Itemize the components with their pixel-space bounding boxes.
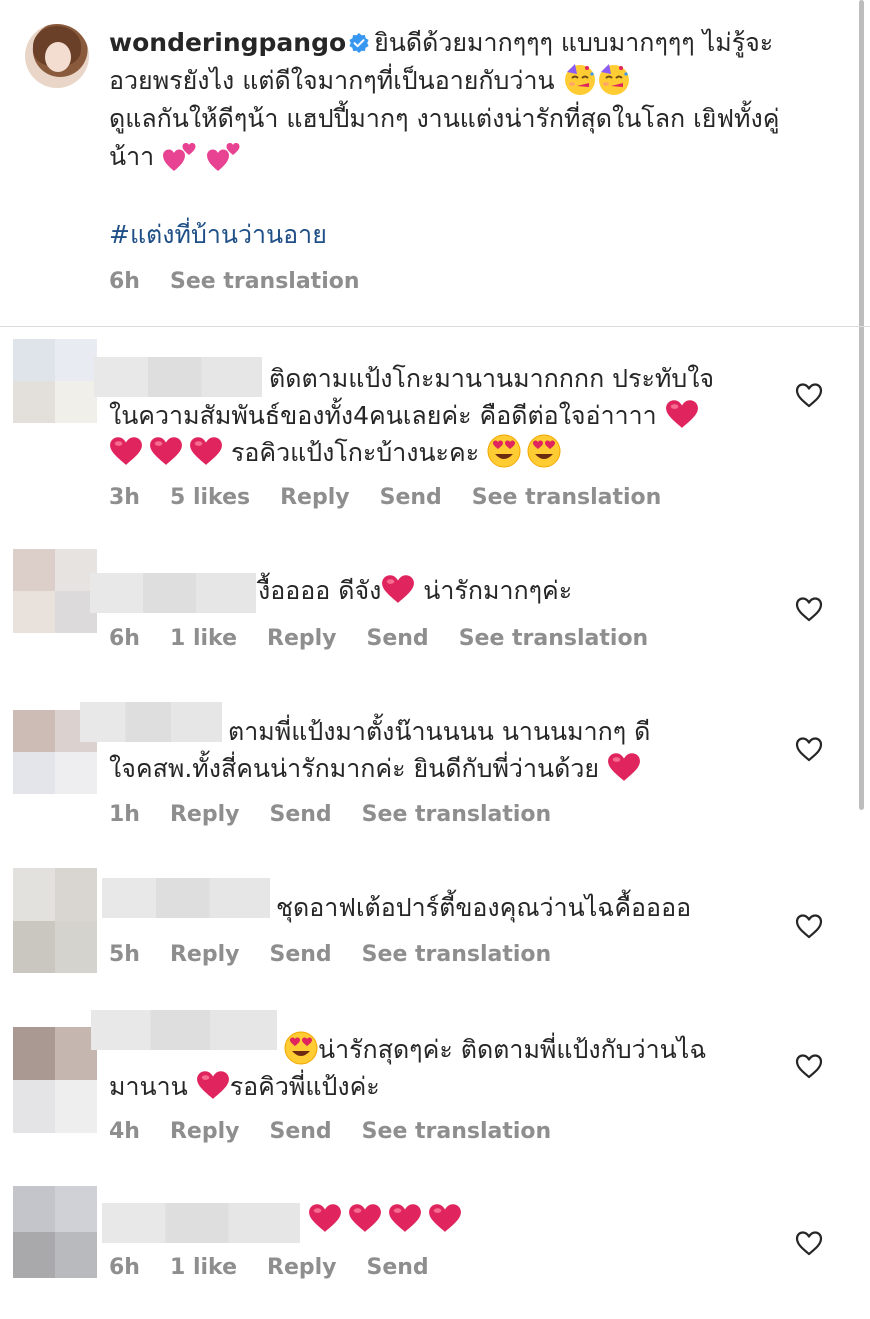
comment-meta: 4h Reply Send See translation bbox=[109, 1116, 551, 1148]
partying-face-icon bbox=[563, 62, 597, 96]
red-heart-icon bbox=[381, 574, 415, 604]
two-hearts-icon bbox=[162, 141, 198, 173]
red-heart-icon bbox=[196, 1070, 230, 1100]
see-translation-button[interactable]: See translation bbox=[170, 269, 360, 294]
send-button[interactable]: Send bbox=[380, 485, 442, 510]
timestamp: 3h bbox=[109, 485, 140, 510]
comment: ชุดอาฟเต้อปาร์ตี้ของคุณว่านไฉคื้ออออ 5h R… bbox=[0, 868, 870, 978]
avatar[interactable] bbox=[25, 24, 89, 88]
avatar[interactable] bbox=[13, 868, 97, 973]
comment: น่ารักสุดๆค่ะ ติดตามพี่แป้งกับว่านไฉ มาน… bbox=[0, 1010, 870, 1160]
send-button[interactable]: Send bbox=[367, 626, 429, 651]
like-heart-icon[interactable] bbox=[795, 596, 823, 622]
caption-text: wonderingpango ยินดีด้วยมากๆๆๆ แบบมากๆๆๆ … bbox=[109, 24, 844, 176]
timestamp: 6h bbox=[109, 1255, 140, 1280]
likes-count[interactable]: 5 likes bbox=[170, 485, 250, 510]
avatar[interactable] bbox=[13, 549, 97, 633]
comment-meta: 5h Reply Send See translation bbox=[109, 939, 551, 971]
red-heart-icon bbox=[109, 436, 143, 466]
caption-line-3: ดูแลกันให้ดีๆน้า แฮปปี้มากๆ งานแต่งน่ารั… bbox=[109, 104, 780, 133]
comment: งื้ออออ ดีจัง น่ารักมากๆค่ะ 6h 1 like Repl… bbox=[0, 549, 870, 659]
timestamp: 5h bbox=[109, 942, 140, 967]
timestamp: 6h bbox=[109, 269, 140, 294]
comment: ติดตามแป้งโกะมานานมากกกก ประทับใจ ในความ… bbox=[0, 339, 870, 529]
reply-button[interactable]: Reply bbox=[170, 1119, 240, 1144]
two-hearts-icon bbox=[206, 141, 242, 173]
avatar[interactable] bbox=[13, 1027, 97, 1133]
red-heart-icon bbox=[149, 436, 183, 466]
red-heart-icon bbox=[388, 1203, 422, 1233]
reply-button[interactable]: Reply bbox=[267, 626, 337, 651]
comment-username[interactable] bbox=[102, 878, 270, 918]
send-button[interactable]: Send bbox=[367, 1255, 429, 1280]
see-translation-button[interactable]: See translation bbox=[362, 942, 552, 967]
comment-meta: 3h 5 likes Reply Send See translation bbox=[109, 482, 661, 514]
avatar[interactable] bbox=[13, 1186, 97, 1278]
divider bbox=[0, 326, 870, 327]
timestamp: 4h bbox=[109, 1119, 140, 1144]
reply-button[interactable]: Reply bbox=[267, 1255, 337, 1280]
red-heart-icon bbox=[428, 1203, 462, 1233]
comment-username[interactable] bbox=[102, 1203, 300, 1243]
like-heart-icon[interactable] bbox=[795, 913, 823, 939]
heart-eyes-icon bbox=[284, 1031, 318, 1065]
red-heart-icon bbox=[348, 1203, 382, 1233]
comment-meta: 6h 1 like Reply Send See translation bbox=[109, 623, 648, 655]
like-heart-icon[interactable] bbox=[795, 1053, 823, 1079]
caption-line-2: อวยพรยังไง แต่ดีใจมากๆที่เป็นอายกับว่าน bbox=[109, 66, 555, 95]
see-translation-button[interactable]: See translation bbox=[362, 1119, 552, 1144]
red-heart-icon bbox=[189, 436, 223, 466]
send-button[interactable]: Send bbox=[269, 942, 331, 967]
send-button[interactable]: Send bbox=[269, 802, 331, 827]
post-caption: wonderingpango ยินดีด้วยมากๆๆๆ แบบมากๆๆๆ … bbox=[0, 0, 870, 327]
like-heart-icon[interactable] bbox=[795, 736, 823, 762]
username-link[interactable]: wonderingpango bbox=[109, 28, 346, 57]
comment-username[interactable] bbox=[90, 573, 256, 613]
see-translation-button[interactable]: See translation bbox=[362, 802, 552, 827]
comment-text: ตามพี่แป้งมาตั้งน๊านนนน นานนมากๆ ดี ใจคส… bbox=[109, 717, 651, 783]
heart-eyes-icon bbox=[527, 434, 561, 468]
hashtag-link[interactable]: #แต่งที่บ้านว่านอาย bbox=[109, 216, 327, 254]
comment-text: ชุดอาฟเต้อปาร์ตี้ของคุณว่านไฉคื้ออออ bbox=[276, 893, 692, 922]
verified-badge-icon bbox=[349, 33, 369, 53]
see-translation-button[interactable]: See translation bbox=[472, 485, 662, 510]
red-heart-icon bbox=[607, 752, 641, 782]
likes-count[interactable]: 1 like bbox=[170, 1255, 237, 1280]
red-heart-icon bbox=[308, 1203, 342, 1233]
caption-line-1: ยินดีด้วยมากๆๆๆ แบบมากๆๆๆ ไม่รู้จะ bbox=[374, 28, 774, 57]
like-heart-icon[interactable] bbox=[795, 1230, 823, 1256]
see-translation-button[interactable]: See translation bbox=[459, 626, 649, 651]
comment: 6h 1 like Reply Send bbox=[0, 1186, 870, 1306]
timestamp: 6h bbox=[109, 626, 140, 651]
comment-meta: 6h 1 like Reply Send bbox=[109, 1252, 429, 1284]
red-heart-icon bbox=[665, 399, 699, 429]
comment-text: น่ารักสุดๆค่ะ ติดตามพี่แป้งกับว่านไฉ มาน… bbox=[109, 1031, 789, 1105]
comment-text: ติดตามแป้งโกะมานานมากกกก ประทับใจ ในความ… bbox=[109, 364, 715, 468]
like-heart-icon[interactable] bbox=[795, 382, 823, 408]
comment-text: งื้ออออ ดีจัง น่ารักมากๆค่ะ bbox=[258, 574, 573, 605]
partying-face-icon bbox=[597, 62, 631, 96]
comment-meta: 1h Reply Send See translation bbox=[109, 799, 551, 831]
timestamp: 1h bbox=[109, 802, 140, 827]
comment-text bbox=[308, 1201, 462, 1238]
comment: ตามพี่แป้งมาตั้งน๊านนนน นานนมากๆ ดี ใจคส… bbox=[0, 702, 870, 842]
caption-meta: 6h See translation bbox=[109, 266, 360, 298]
likes-count[interactable]: 1 like bbox=[170, 626, 237, 651]
send-button[interactable]: Send bbox=[269, 1119, 331, 1144]
reply-button[interactable]: Reply bbox=[170, 942, 240, 967]
reply-button[interactable]: Reply bbox=[280, 485, 350, 510]
reply-button[interactable]: Reply bbox=[170, 802, 240, 827]
caption-line-4: น้าา bbox=[109, 142, 155, 171]
heart-eyes-icon bbox=[487, 434, 521, 468]
avatar[interactable] bbox=[13, 339, 97, 423]
